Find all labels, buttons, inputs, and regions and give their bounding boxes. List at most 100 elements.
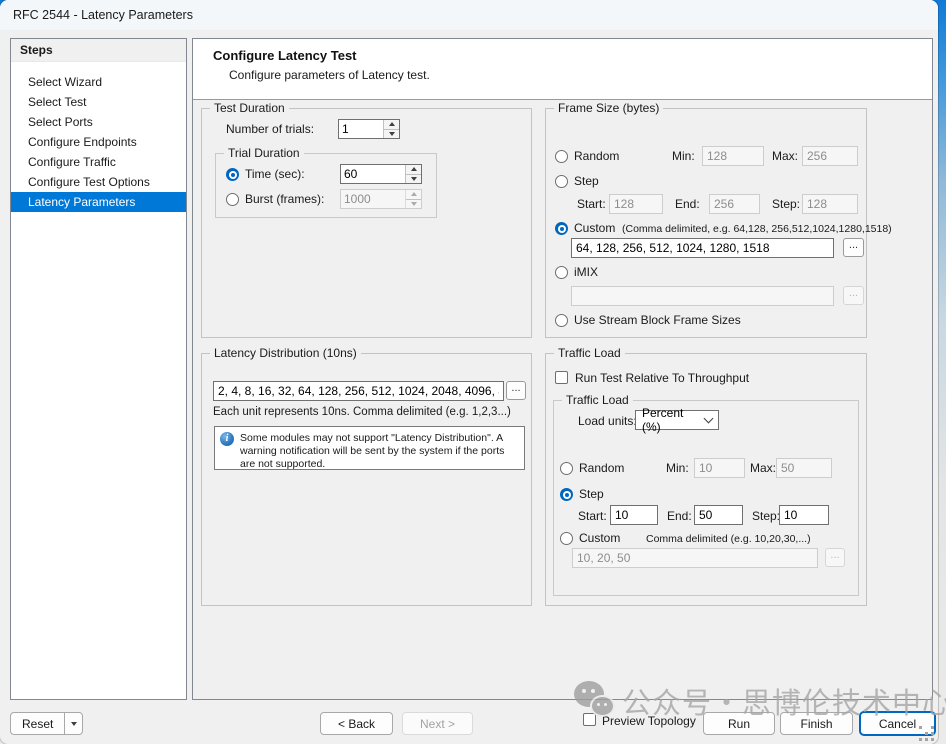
burst-radio-label[interactable]: Burst (frames): (245, 192, 324, 206)
frame-custom-input[interactable] (571, 238, 834, 258)
dialog-window: RFC 2544 - Latency Parameters Steps Sele… (0, 0, 938, 744)
next-button[interactable]: Next > (402, 712, 473, 735)
load-custom-label[interactable]: Custom (579, 531, 620, 545)
sidebar-item-configure-test-options[interactable]: Configure Test Options (11, 172, 186, 192)
latency-distribution-group: Latency Distribution (10ns) ... Each uni… (201, 353, 532, 606)
load-step-radio[interactable] (560, 488, 573, 501)
spin-up-icon (406, 190, 421, 199)
frame-custom-label[interactable]: Custom (574, 221, 615, 235)
load-custom-radio[interactable] (560, 532, 573, 545)
frame-start-input (609, 194, 663, 214)
sidebar-item-latency-parameters[interactable]: Latency Parameters (11, 192, 186, 212)
frame-streamblock-label[interactable]: Use Stream Block Frame Sizes (574, 313, 741, 327)
relative-throughput-label[interactable]: Run Test Relative To Throughput (575, 371, 749, 385)
latency-distribution-hint: Each unit represents 10ns. Comma delimit… (213, 405, 511, 419)
frame-imix-radio[interactable] (555, 266, 568, 279)
frame-stepsize-label: Step: (772, 197, 800, 211)
frame-custom-hint: (Comma delimited, e.g. 64,128, 256,512,1… (622, 223, 892, 235)
load-custom-browse-button: ... (825, 548, 845, 567)
traffic-load-group: Traffic Load Run Test Relative To Throug… (545, 353, 867, 606)
frame-max-label: Max: (772, 149, 798, 163)
spinner-arrows (405, 190, 421, 208)
frame-end-label: End: (675, 197, 700, 211)
content-panel: Configure Latency Test Configure paramet… (192, 38, 933, 700)
test-duration-group-label: Test Duration (210, 101, 289, 115)
load-units-select[interactable]: Percent (%) (635, 410, 719, 430)
load-end-input[interactable] (694, 505, 743, 525)
frame-stepsize-input (802, 194, 858, 214)
load-step-label[interactable]: Step (579, 487, 604, 501)
test-duration-group: Test Duration Number of trials: Trial Du… (201, 108, 532, 338)
latency-distribution-group-label: Latency Distribution (10ns) (210, 346, 361, 360)
frame-min-input (702, 146, 764, 166)
frame-start-label: Start: (577, 197, 606, 211)
title-bar[interactable]: RFC 2544 - Latency Parameters (0, 0, 938, 30)
window-title: RFC 2544 - Latency Parameters (13, 8, 193, 22)
sidebar-item-configure-endpoints[interactable]: Configure Endpoints (11, 132, 186, 152)
steps-panel: Steps Select WizardSelect TestSelect Por… (10, 38, 187, 700)
spin-down-icon[interactable] (384, 129, 399, 139)
traffic-load-inner-group-label: Traffic Load (562, 393, 633, 407)
frame-step-radio[interactable] (555, 175, 568, 188)
load-start-input[interactable] (610, 505, 658, 525)
frame-custom-radio[interactable] (555, 222, 568, 235)
burst-radio[interactable] (226, 193, 239, 206)
frame-random-radio[interactable] (555, 150, 568, 163)
spin-down-icon[interactable] (406, 174, 421, 184)
frame-end-input (709, 194, 760, 214)
preview-topology-checkbox[interactable] (583, 713, 596, 726)
number-of-trials-input[interactable] (339, 120, 383, 138)
number-of-trials-spinner[interactable] (338, 119, 400, 139)
load-end-label: End: (667, 509, 692, 523)
frame-imix-input (571, 286, 834, 306)
relative-throughput-checkbox[interactable] (555, 371, 568, 384)
time-spinner[interactable] (340, 164, 422, 184)
steps-list: Select WizardSelect TestSelect PortsConf… (11, 72, 186, 212)
number-of-trials-label: Number of trials: (226, 122, 314, 136)
sidebar-item-select-wizard[interactable]: Select Wizard (11, 72, 186, 92)
frame-imix-label[interactable]: iMIX (574, 265, 598, 279)
frame-streamblock-radio[interactable] (555, 314, 568, 327)
reset-dropdown-button[interactable] (64, 713, 82, 734)
reset-button[interactable]: Reset (11, 713, 64, 734)
load-random-radio[interactable] (560, 462, 573, 475)
trial-duration-group: Trial Duration Time (sec): Burst (frames… (215, 153, 437, 218)
cancel-button[interactable]: Cancel (859, 711, 936, 736)
frame-min-label: Min: (672, 149, 695, 163)
load-stepsize-input[interactable] (779, 505, 829, 525)
spinner-arrows (383, 120, 399, 138)
load-random-label[interactable]: Random (579, 461, 624, 475)
spinner-arrows (405, 165, 421, 183)
frame-custom-browse-button[interactable]: ... (843, 238, 864, 257)
load-max-input (776, 458, 832, 478)
sidebar-item-select-ports[interactable]: Select Ports (11, 112, 186, 132)
preview-topology-label[interactable]: Preview Topology (602, 714, 696, 728)
sidebar-item-select-test[interactable]: Select Test (11, 92, 186, 112)
content-header: Configure Latency Test Configure paramet… (193, 39, 932, 100)
spin-up-icon[interactable] (406, 165, 421, 174)
time-input[interactable] (341, 165, 405, 183)
time-radio[interactable] (226, 168, 239, 181)
steps-header: Steps (11, 39, 186, 62)
chevron-down-icon (71, 722, 77, 726)
resize-grip[interactable] (919, 726, 922, 729)
spin-up-icon[interactable] (384, 120, 399, 129)
latency-distribution-browse-button[interactable]: ... (506, 381, 526, 400)
spin-down-icon (406, 199, 421, 209)
burst-input (341, 190, 405, 208)
back-button[interactable]: < Back (320, 712, 393, 735)
traffic-load-group-label: Traffic Load (554, 346, 625, 360)
load-units-label: Load units: (578, 414, 637, 428)
load-custom-hint: Comma delimited (e.g. 10,20,30,...) (646, 533, 811, 545)
time-radio-label[interactable]: Time (sec): (245, 167, 305, 181)
run-button[interactable]: Run (703, 712, 775, 735)
frame-step-label[interactable]: Step (574, 174, 599, 188)
load-start-label: Start: (578, 509, 607, 523)
traffic-load-inner-group: Traffic Load Load units: Percent (%) Ran… (553, 400, 859, 596)
latency-distribution-input[interactable] (213, 381, 504, 401)
finish-button[interactable]: Finish (780, 712, 853, 735)
sidebar-item-configure-traffic[interactable]: Configure Traffic (11, 152, 186, 172)
trial-duration-group-label: Trial Duration (224, 146, 304, 160)
frame-random-label[interactable]: Random (574, 149, 619, 163)
burst-spinner (340, 189, 422, 209)
